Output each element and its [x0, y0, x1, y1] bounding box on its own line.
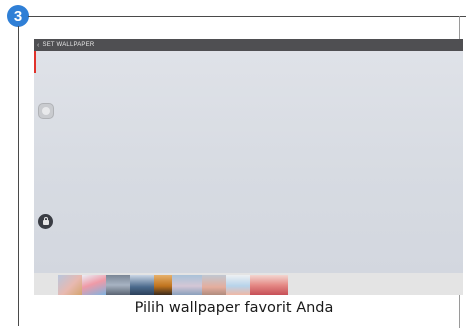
- home-button[interactable]: [38, 103, 54, 119]
- wallpaper-thumbnail[interactable]: [250, 275, 288, 295]
- chevron-left-icon[interactable]: ‹: [37, 42, 40, 49]
- selection-indicator: [34, 51, 36, 73]
- lock-button[interactable]: [38, 214, 53, 229]
- screen-title: SET WALLPAPER: [42, 42, 95, 48]
- wallpaper-thumbnail-strip: [34, 273, 463, 295]
- wallpaper-thumbnail[interactable]: [106, 275, 130, 295]
- phone-screen: ‹ SET WALLPAPER: [34, 39, 463, 295]
- title-bar: ‹ SET WALLPAPER: [34, 39, 463, 51]
- wallpaper-thumbnail[interactable]: [82, 275, 106, 295]
- wallpaper-thumbnail[interactable]: [202, 275, 226, 295]
- home-circle-icon: [42, 107, 50, 115]
- wallpaper-preview: [34, 51, 463, 273]
- instruction-caption: Pilih wallpaper favorit Anda: [134, 300, 334, 316]
- frame-top-border: [28, 16, 466, 17]
- lock-icon: [42, 217, 49, 225]
- wallpaper-thumbnail[interactable]: [130, 275, 154, 295]
- wallpaper-thumbnail[interactable]: [226, 275, 250, 295]
- wallpaper-thumbnail[interactable]: [172, 275, 202, 295]
- frame-left-border: [18, 26, 19, 326]
- step-number-badge: 3: [7, 5, 29, 27]
- wallpaper-thumbnail[interactable]: [154, 275, 172, 295]
- wallpaper-thumbnail[interactable]: [58, 275, 82, 295]
